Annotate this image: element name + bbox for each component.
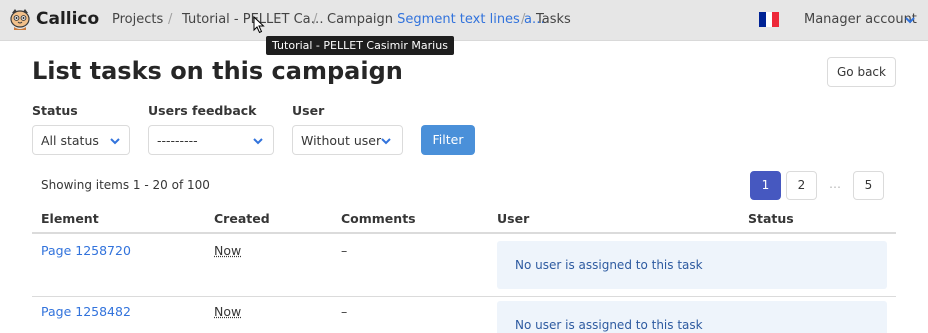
chevron-down-icon [381, 138, 391, 145]
breadcrumb-campaign-prefix: Campaign [327, 12, 394, 27]
breadcrumb-separator: / [521, 12, 526, 27]
column-header-element: Element [41, 211, 99, 226]
pagination-ellipsis: … [829, 177, 841, 191]
table-header-divider [32, 232, 896, 234]
page-title: List tasks on this campaign [32, 57, 403, 85]
column-header-user: User [497, 211, 530, 226]
page-link-5[interactable]: 5 [853, 171, 884, 200]
chevron-down-icon [110, 138, 120, 145]
breadcrumb-separator: / [168, 12, 173, 27]
comments-cell: – [341, 243, 348, 258]
unassigned-user-text: No user is assigned to this task [515, 318, 703, 332]
column-header-status: Status [748, 211, 794, 226]
feedback-select-value: --------- [157, 133, 198, 148]
feedback-filter-label: Users feedback [148, 103, 257, 118]
column-header-created: Created [214, 211, 270, 226]
french-flag-icon[interactable] [759, 12, 780, 27]
go-back-button[interactable]: Go back [827, 57, 896, 87]
column-header-comments: Comments [341, 211, 416, 226]
brand-link[interactable]: Callico [9, 8, 99, 30]
created-time: Now [214, 243, 242, 258]
status-filter-label: Status [32, 103, 78, 118]
user-filter-label: User [292, 103, 325, 118]
created-time: Now [214, 304, 242, 319]
chevron-down-icon[interactable] [904, 14, 916, 26]
unassigned-user-notice: No user is assigned to this task [497, 301, 887, 333]
status-select[interactable]: All status [32, 125, 130, 155]
cat-logo-icon [10, 9, 30, 30]
breadcrumb-tooltip: Tutorial - PELLET Casimir Marius [266, 36, 454, 55]
page-link-1[interactable]: 1 [750, 171, 781, 200]
account-menu[interactable]: Manager account [804, 12, 917, 27]
status-select-value: All status [41, 133, 99, 148]
breadcrumb-campaign[interactable]: Campaign Segment text lines a… [327, 12, 545, 27]
comments-cell: – [341, 304, 348, 319]
top-navbar: Callico Projects / Tutorial - PELLET Ca…… [0, 0, 928, 41]
breadcrumb-separator: / [313, 12, 318, 27]
unassigned-user-notice: No user is assigned to this task [497, 241, 887, 289]
mouse-cursor-icon [253, 16, 265, 34]
items-summary: Showing items 1 - 20 of 100 [41, 178, 210, 192]
user-select[interactable]: Without user [292, 125, 403, 155]
unassigned-user-text: No user is assigned to this task [515, 258, 703, 272]
row-divider [32, 296, 896, 297]
brand-name: Callico [36, 9, 100, 29]
feedback-select[interactable]: --------- [148, 125, 274, 155]
breadcrumb-current: Tasks [536, 12, 571, 27]
page-link-2[interactable]: 2 [786, 171, 817, 200]
element-link[interactable]: Page 1258720 [41, 243, 131, 258]
chevron-down-icon [253, 138, 263, 145]
breadcrumb-projects[interactable]: Projects [112, 12, 163, 27]
filter-button[interactable]: Filter [421, 125, 475, 155]
element-link[interactable]: Page 1258482 [41, 304, 131, 319]
user-select-value: Without user [301, 133, 382, 148]
